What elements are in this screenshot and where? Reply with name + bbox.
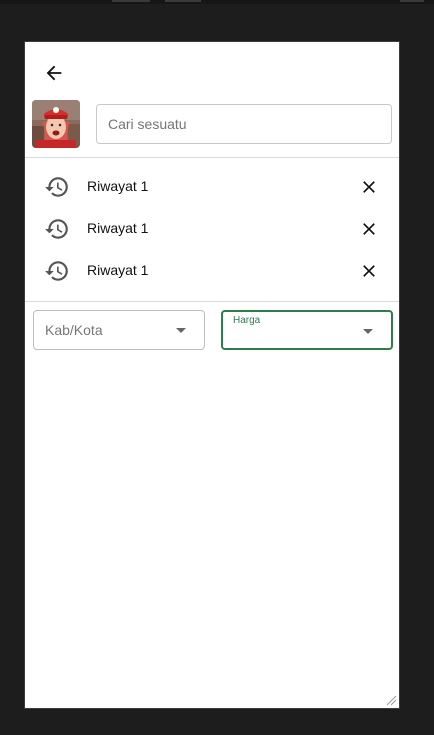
history-item[interactable]: Riwayat 1 [25, 166, 399, 208]
history-icon [45, 261, 68, 281]
kab-kota-placeholder: Kab/Kota [45, 322, 103, 338]
caret-down-icon [176, 328, 186, 333]
remove-history-button[interactable] [356, 258, 382, 284]
history-item-label: Riwayat 1 [87, 262, 149, 278]
remove-history-button[interactable] [356, 216, 382, 242]
close-icon [363, 223, 375, 235]
divider [25, 301, 399, 302]
history-item-label: Riwayat 1 [87, 178, 149, 194]
top-tab-marker [112, 0, 150, 2]
remove-history-button[interactable] [356, 174, 382, 200]
kab-kota-dropdown[interactable]: Kab/Kota [33, 310, 205, 350]
divider [25, 157, 399, 158]
back-button[interactable] [40, 59, 68, 87]
close-icon [363, 181, 375, 193]
history-item[interactable]: Riwayat 1 [25, 250, 399, 292]
arrow-left-icon [46, 65, 62, 81]
resize-handle-icon[interactable] [385, 694, 397, 706]
harga-label: Harga [233, 315, 261, 326]
history-icon [45, 219, 68, 239]
history-item-label: Riwayat 1 [87, 220, 149, 236]
avatar[interactable] [32, 100, 80, 148]
history-icon [45, 177, 68, 197]
top-tab-marker [400, 0, 424, 2]
caret-down-icon [363, 329, 373, 334]
window-top-strip [0, 0, 434, 4]
avatar-image [32, 100, 80, 148]
harga-dropdown[interactable]: Harga [221, 310, 393, 350]
search-input[interactable] [96, 104, 392, 144]
history-item[interactable]: Riwayat 1 [25, 208, 399, 250]
close-icon [363, 265, 375, 277]
phone-screen: Riwayat 1 Riwayat 1 Riwayat 1 [24, 41, 400, 709]
top-tab-marker [165, 0, 201, 2]
